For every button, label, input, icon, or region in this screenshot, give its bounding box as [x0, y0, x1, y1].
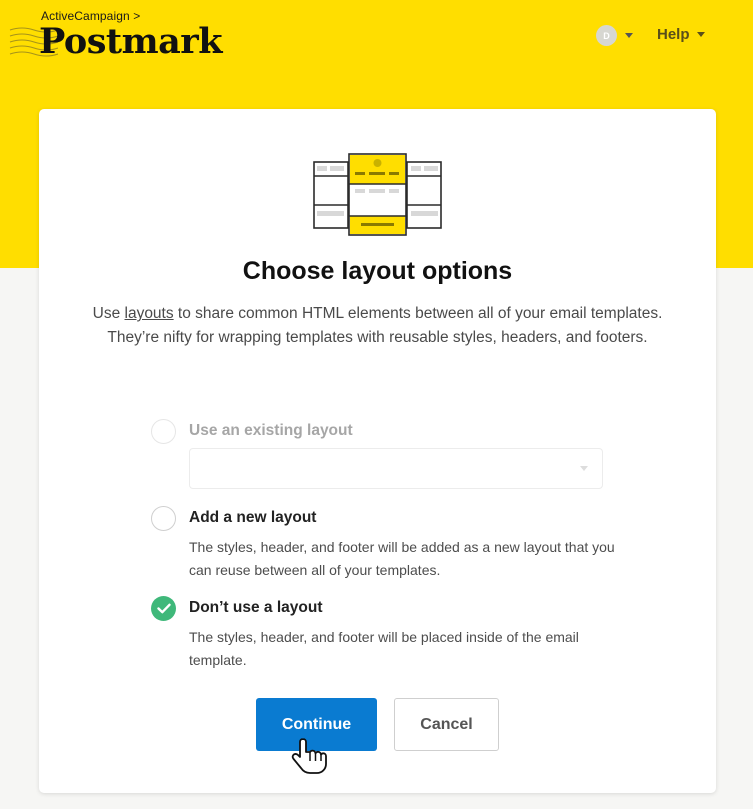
- account-menu[interactable]: D: [596, 25, 633, 46]
- layouts-link[interactable]: layouts: [125, 305, 174, 322]
- layout-illustration-icon: [313, 153, 442, 236]
- hand-pointer-cursor-icon: [291, 738, 327, 774]
- description-suffix: to share common HTML elements between al…: [107, 305, 663, 346]
- brand-name: Postmark: [39, 21, 223, 62]
- chevron-down-icon: [696, 32, 705, 37]
- option-label: Don’t use a layout: [189, 599, 323, 616]
- brand-logo[interactable]: ActiveCampaign > Postmark: [8, 9, 248, 62]
- radio-no-layout[interactable]: [151, 596, 176, 621]
- option-label: Add a new layout: [189, 509, 317, 526]
- radio-new-layout[interactable]: [151, 506, 176, 531]
- help-label: Help: [657, 26, 690, 43]
- chevron-down-icon: [580, 466, 588, 471]
- cancel-button[interactable]: Cancel: [394, 698, 499, 751]
- checkmark-icon: [156, 603, 171, 614]
- option-label: Use an existing layout: [189, 422, 353, 439]
- description-prefix: Use: [92, 305, 125, 322]
- option-description: The styles, header, and footer will be p…: [189, 629, 579, 668]
- chevron-down-icon: [625, 33, 633, 38]
- layout-options-card: Choose layout options Use layouts to sha…: [39, 109, 716, 793]
- existing-layout-select[interactable]: [189, 448, 603, 489]
- help-menu[interactable]: Help: [657, 26, 705, 43]
- option-description: The styles, header, and footer will be a…: [189, 539, 615, 578]
- radio-existing-layout[interactable]: [151, 419, 176, 444]
- description: Use layouts to share common HTML element…: [89, 302, 666, 350]
- avatar: D: [596, 25, 617, 46]
- page-title: Choose layout options: [242, 257, 513, 285]
